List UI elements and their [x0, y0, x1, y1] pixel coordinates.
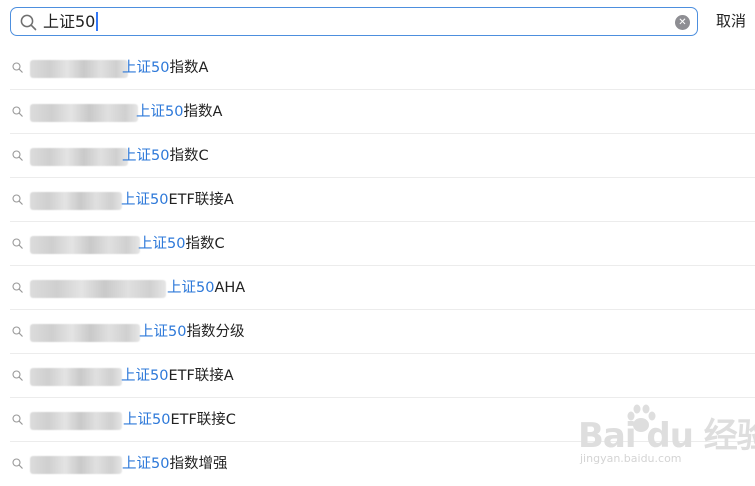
result-label: 上证50指数分级 — [139, 324, 245, 340]
result-label: 上证50指数C — [122, 148, 209, 164]
result-label: 上证50AHA — [167, 280, 246, 296]
search-query-text: 上证50 — [43, 12, 96, 31]
search-input[interactable]: 上证50 — [43, 12, 99, 32]
search-icon — [12, 194, 23, 205]
search-icon — [12, 414, 23, 425]
redacted-fund-name — [30, 104, 138, 122]
watermark-logo-text: Bai du 经验 — [578, 416, 755, 456]
redacted-fund-name — [30, 148, 128, 166]
redacted-fund-name — [30, 280, 166, 298]
clear-icon[interactable]: ✕ — [675, 15, 690, 30]
result-label: 上证50ETF联接C — [123, 412, 236, 428]
redacted-fund-name — [30, 192, 122, 210]
result-label: 上证50指数增强 — [122, 456, 228, 472]
cancel-button[interactable]: 取消 — [716, 11, 746, 31]
redacted-fund-name — [30, 368, 122, 386]
search-icon — [12, 106, 23, 117]
search-icon — [12, 150, 23, 161]
search-result-item[interactable]: 上证50指数C — [10, 222, 755, 266]
search-result-item[interactable]: 上证50AHA — [10, 266, 755, 310]
search-result-item[interactable]: 上证50ETF联接A — [10, 354, 755, 398]
search-result-item[interactable]: 上证50指数C — [10, 134, 755, 178]
search-icon — [12, 326, 23, 337]
text-caret — [96, 12, 99, 31]
result-label: 上证50指数C — [138, 236, 225, 252]
baidu-jingyan-watermark: Bai du 经验 jingyan.baidu.com — [578, 402, 755, 474]
search-icon — [12, 282, 23, 293]
result-label: 上证50指数A — [136, 104, 223, 120]
search-icon — [12, 238, 23, 249]
redacted-fund-name — [30, 324, 140, 342]
search-icon — [12, 62, 23, 73]
redacted-fund-name — [30, 60, 128, 78]
result-label: 上证50ETF联接A — [121, 368, 234, 384]
search-icon — [20, 14, 37, 31]
watermark-url: jingyan.baidu.com — [580, 452, 682, 465]
result-label: 上证50ETF联接A — [121, 192, 234, 208]
redacted-fund-name — [30, 412, 122, 430]
result-label: 上证50指数A — [122, 60, 209, 76]
search-icon — [12, 370, 23, 381]
redacted-fund-name — [30, 456, 122, 474]
search-bar[interactable]: 上证50 ✕ — [10, 7, 698, 36]
search-result-item[interactable]: 上证50指数A — [10, 46, 755, 90]
search-icon — [12, 458, 23, 469]
search-result-item[interactable]: 上证50指数分级 — [10, 310, 755, 354]
redacted-fund-name — [30, 236, 140, 254]
search-result-item[interactable]: 上证50指数A — [10, 90, 755, 134]
search-result-item[interactable]: 上证50ETF联接A — [10, 178, 755, 222]
